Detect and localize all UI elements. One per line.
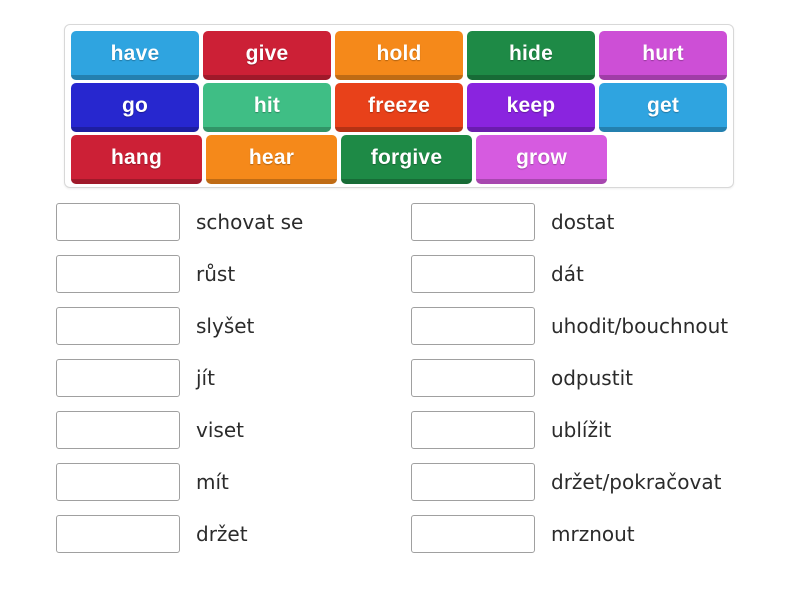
word-tile-label: forgive <box>370 146 443 169</box>
word-tile-label: hide <box>509 42 553 65</box>
word-tile-have[interactable]: have <box>71 31 199 80</box>
drop-box[interactable] <box>411 255 535 293</box>
word-tile-label: hold <box>376 42 422 65</box>
drop-box[interactable] <box>411 411 535 449</box>
drop-box[interactable] <box>56 515 180 553</box>
drop-box[interactable] <box>56 359 180 397</box>
drop-box[interactable] <box>411 307 535 345</box>
word-tile-keep[interactable]: keep <box>467 83 595 132</box>
word-bank-row-3: hang hear forgive grow <box>71 135 727 184</box>
word-tile-hurt[interactable]: hurt <box>599 31 727 80</box>
answer-label: schovat se <box>196 210 304 234</box>
word-bank-container: have give hold hide hurt go hit freeze k… <box>64 24 734 188</box>
answer-label: mít <box>196 470 229 494</box>
answer-row: jít <box>56 359 411 397</box>
word-tile-label: keep <box>506 94 556 117</box>
answer-row: držet/pokračovat <box>411 463 756 501</box>
answer-label: jít <box>196 366 215 390</box>
word-tile-hear[interactable]: hear <box>206 135 337 184</box>
word-tile-label: freeze <box>368 94 430 117</box>
drop-box[interactable] <box>411 203 535 241</box>
answer-label: růst <box>196 262 236 286</box>
answer-row: dostat <box>411 203 756 241</box>
word-tile-hold[interactable]: hold <box>335 31 463 80</box>
drop-box[interactable] <box>56 411 180 449</box>
word-tile-go[interactable]: go <box>71 83 199 132</box>
word-tile-give[interactable]: give <box>203 31 331 80</box>
word-tile-get[interactable]: get <box>599 83 727 132</box>
answer-row: viset <box>56 411 411 449</box>
word-tile-label: grow <box>516 146 567 169</box>
answers-right-column: dostat dát uhodit/bouchnout odpustit ubl… <box>411 203 756 553</box>
answer-row: ublížit <box>411 411 756 449</box>
answer-label: viset <box>196 418 244 442</box>
word-tile-hang[interactable]: hang <box>71 135 202 184</box>
answer-label: držet/pokračovat <box>551 470 722 494</box>
drop-box[interactable] <box>56 255 180 293</box>
drop-box[interactable] <box>56 203 180 241</box>
answers-left-column: schovat se růst slyšet jít viset mít drž… <box>56 203 411 553</box>
word-tile-label: give <box>245 42 289 65</box>
word-tile-label: have <box>110 42 160 65</box>
answer-label: uhodit/bouchnout <box>551 314 729 338</box>
answer-label: ublížit <box>551 418 612 442</box>
word-tile-grow[interactable]: grow <box>476 135 607 184</box>
word-tile-label: hang <box>111 146 162 169</box>
word-tile-freeze[interactable]: freeze <box>335 83 463 132</box>
answer-row: dát <box>411 255 756 293</box>
exercise-page: have give hold hide hurt go hit freeze k… <box>0 0 800 600</box>
word-tile-label: hear <box>248 146 295 169</box>
drop-box[interactable] <box>56 307 180 345</box>
drop-box[interactable] <box>411 463 535 501</box>
answer-label: odpustit <box>551 366 633 390</box>
answers-area: schovat se růst slyšet jít viset mít drž… <box>56 203 756 553</box>
answer-row: mít <box>56 463 411 501</box>
drop-box[interactable] <box>56 463 180 501</box>
answer-label: slyšet <box>196 314 255 338</box>
word-tile-hide[interactable]: hide <box>467 31 595 80</box>
answer-row: schovat se <box>56 203 411 241</box>
answer-label: mrznout <box>551 522 635 546</box>
answer-row: uhodit/bouchnout <box>411 307 756 345</box>
answer-row: mrznout <box>411 515 756 553</box>
drop-box[interactable] <box>411 515 535 553</box>
answer-row: odpustit <box>411 359 756 397</box>
answer-row: růst <box>56 255 411 293</box>
word-tile-label: hurt <box>642 42 684 65</box>
answer-row: držet <box>56 515 411 553</box>
answer-row: slyšet <box>56 307 411 345</box>
answer-label: držet <box>196 522 248 546</box>
answer-label: dostat <box>551 210 615 234</box>
word-tile-hit[interactable]: hit <box>203 83 331 132</box>
word-tile-forgive[interactable]: forgive <box>341 135 472 184</box>
word-bank-row-2: go hit freeze keep get <box>71 83 727 132</box>
answer-label: dát <box>551 262 584 286</box>
word-tile-label: get <box>646 94 680 117</box>
word-tile-label: go <box>121 94 149 117</box>
word-tile-label: hit <box>253 94 281 117</box>
drop-box[interactable] <box>411 359 535 397</box>
word-bank-row-1: have give hold hide hurt <box>71 31 727 80</box>
